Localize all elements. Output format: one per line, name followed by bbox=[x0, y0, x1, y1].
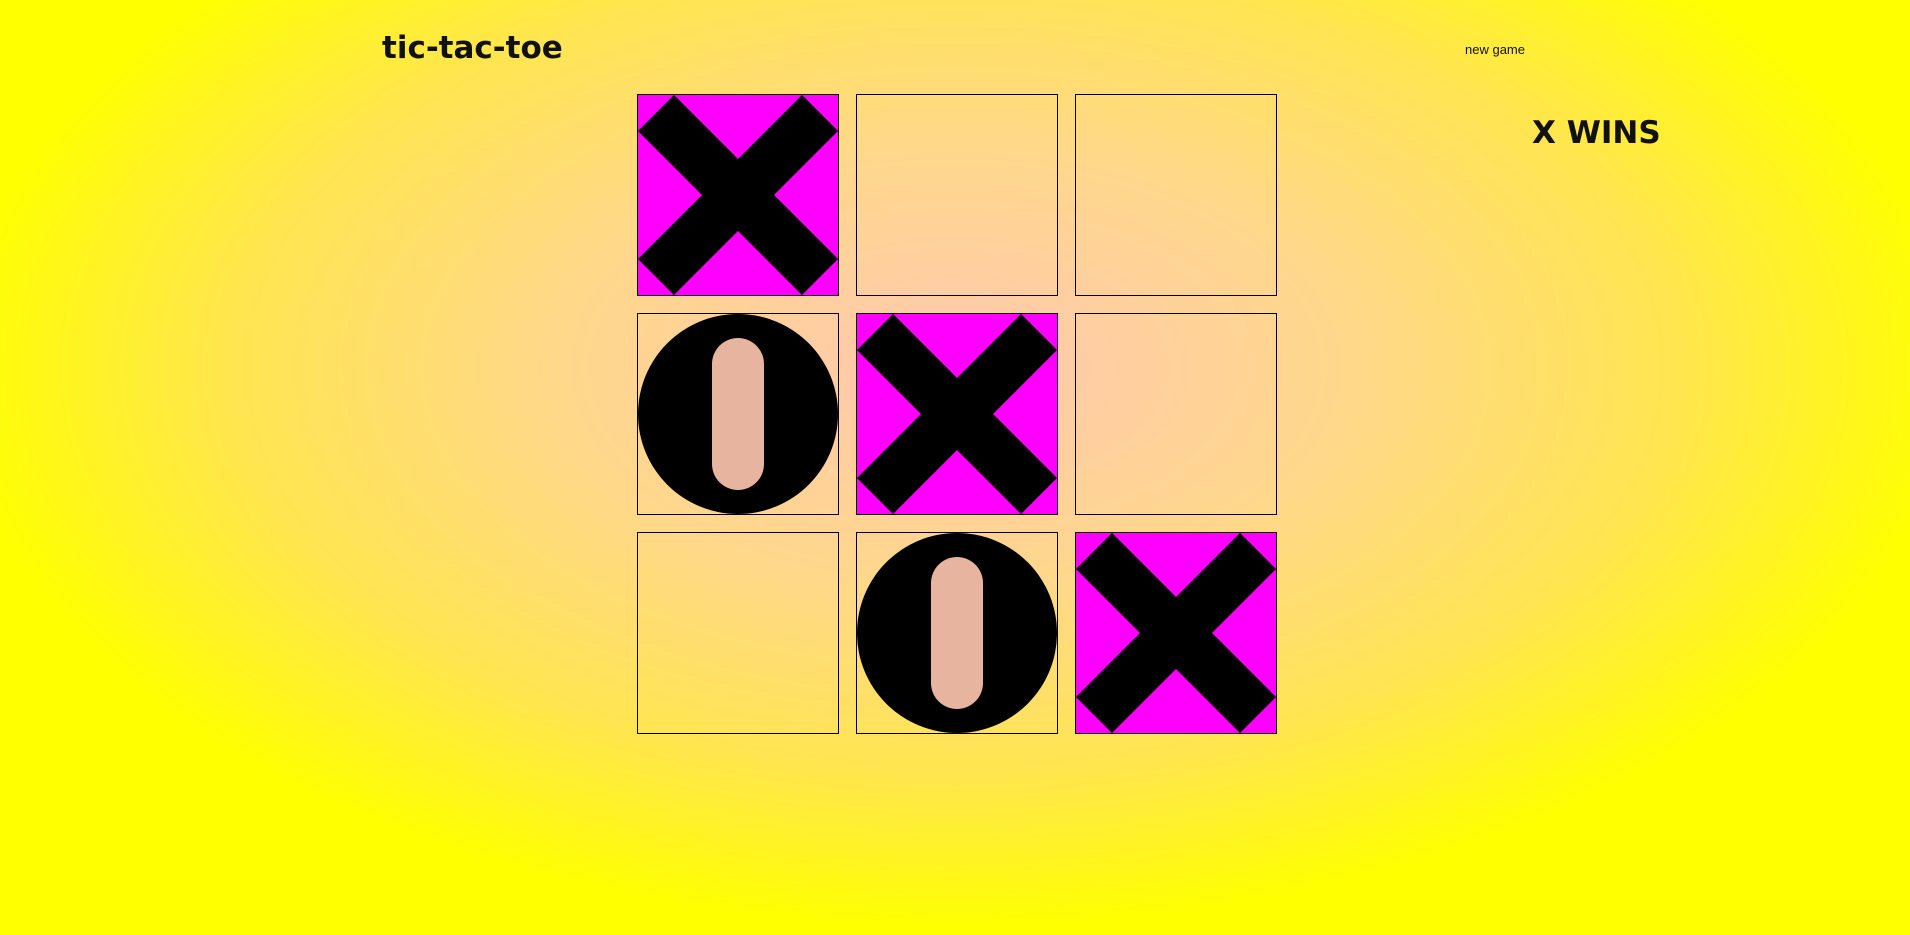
x-mark-icon bbox=[857, 314, 1057, 514]
board-cell-4[interactable] bbox=[856, 313, 1058, 515]
board-cell-2[interactable] bbox=[1075, 94, 1277, 296]
board-cell-6[interactable] bbox=[637, 532, 839, 734]
board-cell-8[interactable] bbox=[1075, 532, 1277, 734]
o-mark-icon bbox=[638, 314, 838, 514]
game-board bbox=[637, 94, 1277, 734]
game-status: X WINS bbox=[1532, 115, 1661, 151]
board-cell-7[interactable] bbox=[856, 532, 1058, 734]
new-game-button[interactable]: new game bbox=[1465, 42, 1525, 57]
x-mark-icon bbox=[638, 95, 838, 295]
board-cell-1[interactable] bbox=[856, 94, 1058, 296]
o-mark-icon bbox=[857, 533, 1057, 733]
game-title: tic-tac-toe bbox=[382, 30, 563, 66]
board-cell-0[interactable] bbox=[637, 94, 839, 296]
board-cell-3[interactable] bbox=[637, 313, 839, 515]
board-cell-5[interactable] bbox=[1075, 313, 1277, 515]
x-mark-icon bbox=[1076, 533, 1276, 733]
